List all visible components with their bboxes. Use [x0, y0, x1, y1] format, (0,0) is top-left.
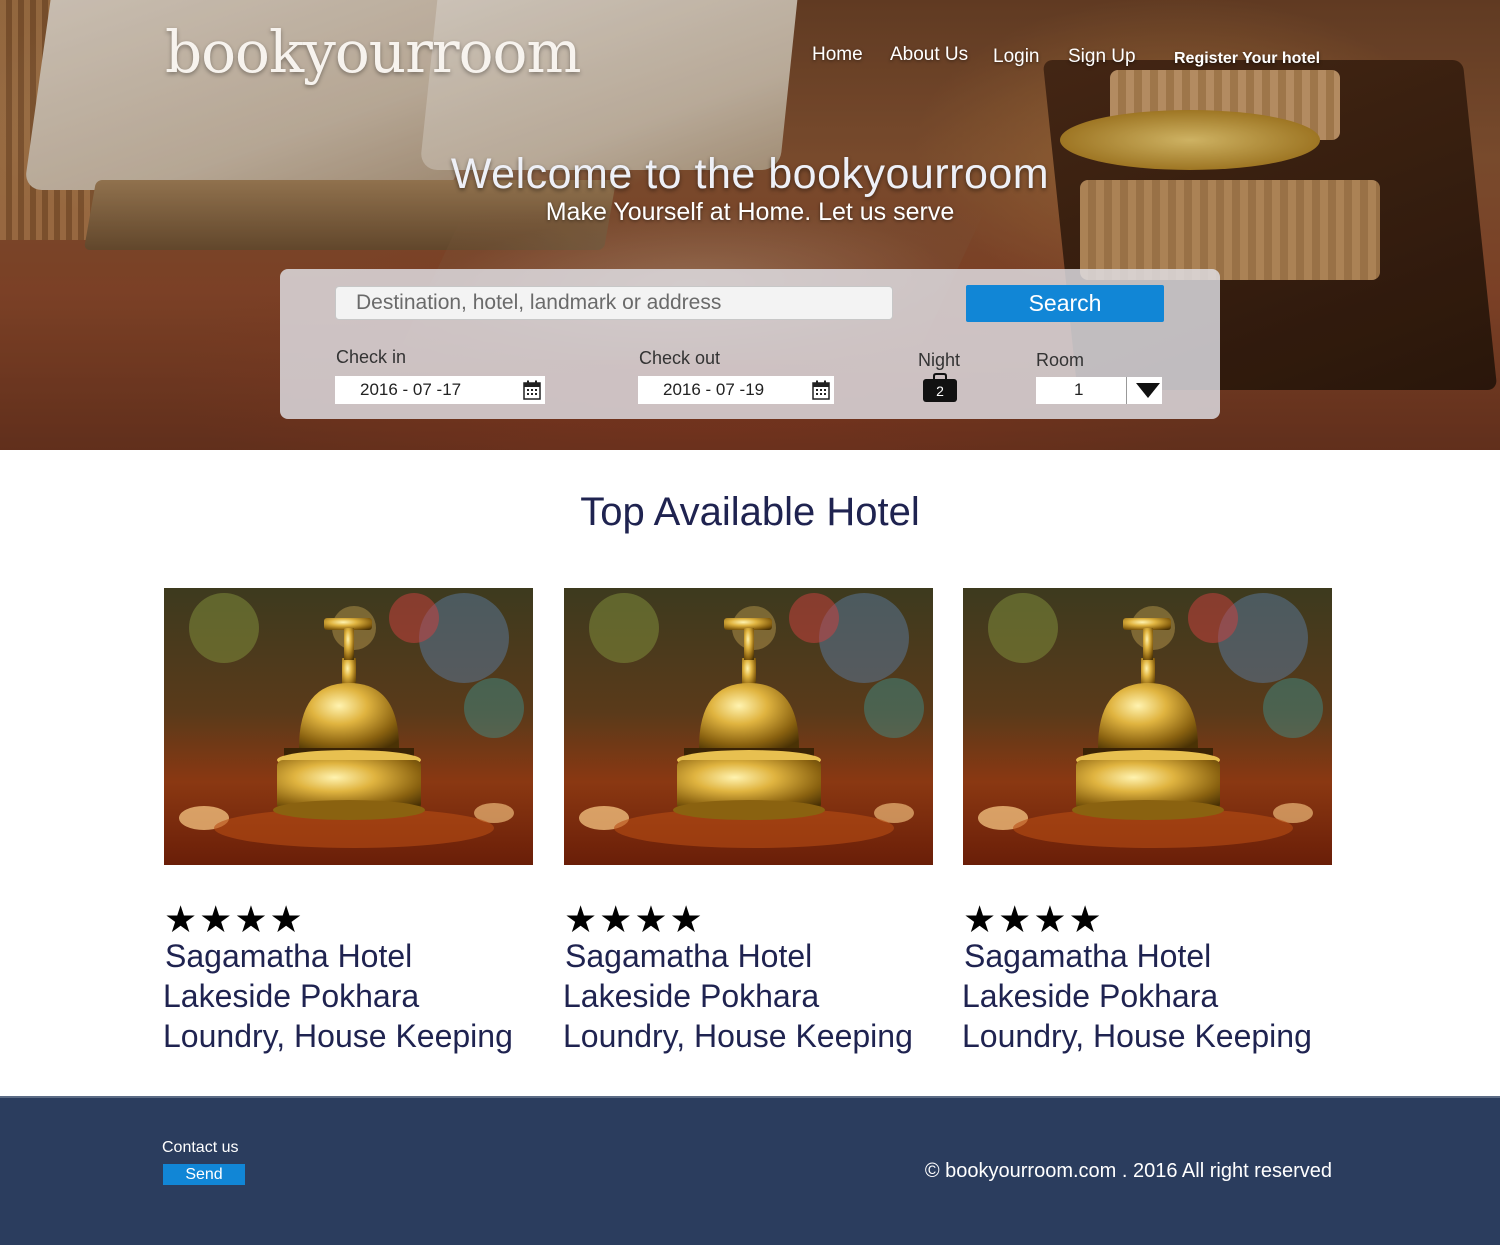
welcome-tagline: Make Yourself at Home. Let us serve — [545, 198, 955, 226]
night-counter[interactable]: 2 — [921, 373, 959, 403]
copyright-text: © bookyourroom.com . 2016 All right rese… — [924, 1160, 1332, 1182]
check-out-label: Check out — [639, 348, 721, 368]
calendar-icon[interactable] — [812, 380, 830, 400]
hotel-name[interactable]: Sagamatha Hotel — [565, 938, 812, 975]
rating-stars: ★★★★ — [164, 899, 305, 940]
nav-login[interactable]: Login — [993, 46, 1040, 68]
destination-input[interactable] — [335, 286, 893, 320]
hotel-location: Lakeside Pokhara — [563, 978, 820, 1014]
contact-us-label: Contact us — [162, 1139, 239, 1156]
send-button[interactable]: Send — [163, 1164, 245, 1185]
calendar-icon[interactable] — [523, 380, 541, 400]
section-title: Top Available Hotel — [580, 490, 920, 534]
rating-stars: ★★★★ — [564, 899, 705, 940]
site-logo[interactable]: bookyourroom — [165, 18, 581, 86]
service-bell-photo[interactable] — [164, 588, 533, 865]
hotel-card[interactable]: ★★★★ Sagamatha Hotel Lakeside Pokhara Lo… — [962, 588, 1332, 1054]
hotel-location: Lakeside Pokhara — [163, 978, 420, 1014]
hotel-name[interactable]: Sagamatha Hotel — [165, 938, 412, 975]
nav-about-us[interactable]: About Us — [890, 44, 968, 66]
search-panel: Search Check in 2016 - 07 -17 Check out … — [280, 269, 1220, 419]
hotel-services: Loundry, House Keeping — [563, 1018, 913, 1054]
check-out-value: 2016 - 07 -19 — [663, 380, 765, 399]
check-in-date-field[interactable]: 2016 - 07 -17 — [335, 376, 545, 404]
hotel-card[interactable]: ★★★★ Sagamatha Hotel Lakeside Pokhara Lo… — [163, 588, 533, 1054]
nav-home[interactable]: Home — [812, 44, 863, 66]
hero-banner: bookyourroom Home About Us Login Sign Up… — [0, 0, 1500, 450]
nav-register-hotel[interactable]: Register Your hotel — [1174, 50, 1320, 68]
check-in-label: Check in — [336, 347, 407, 367]
welcome-heading: Welcome to the bookyourroom — [450, 150, 1050, 198]
check-in-value: 2016 - 07 -17 — [360, 380, 462, 399]
room-select[interactable]: 1 — [1036, 377, 1162, 404]
nav-sign-up[interactable]: Sign Up — [1068, 46, 1136, 68]
rating-stars: ★★★★ — [963, 899, 1104, 940]
room-label: Room — [1036, 350, 1085, 370]
hotel-services: Loundry, House Keeping — [163, 1018, 513, 1054]
hotel-services: Loundry, House Keeping — [962, 1018, 1312, 1054]
room-select-divider — [1126, 377, 1127, 404]
hotel-card[interactable]: ★★★★ Sagamatha Hotel Lakeside Pokhara Lo… — [563, 588, 933, 1054]
triangle-down-icon[interactable] — [1136, 383, 1160, 398]
footer: Contact us Send © bookyourroom.com . 201… — [0, 1096, 1500, 1245]
room-value: 1 — [1074, 380, 1084, 399]
search-button[interactable]: Search — [966, 285, 1164, 322]
service-bell-photo[interactable] — [564, 588, 933, 865]
night-count: 2 — [936, 383, 944, 399]
check-out-date-field[interactable]: 2016 - 07 -19 — [638, 376, 834, 404]
service-bell-photo[interactable] — [963, 588, 1332, 865]
hotel-location: Lakeside Pokhara — [962, 978, 1219, 1014]
night-label: Night — [918, 350, 961, 370]
hotel-name[interactable]: Sagamatha Hotel — [964, 938, 1211, 975]
